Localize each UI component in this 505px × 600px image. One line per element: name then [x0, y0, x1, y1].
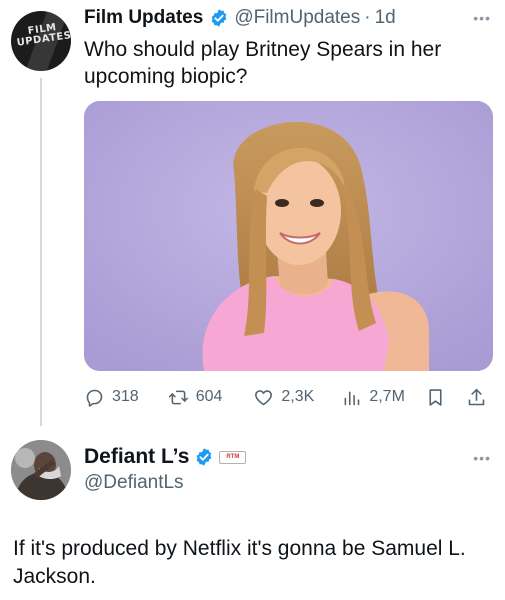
- verified-badge-icon: [211, 9, 227, 27]
- more-icon[interactable]: •••: [473, 450, 491, 466]
- views-icon: [344, 390, 360, 405]
- user-handle[interactable]: @FilmUpdates: [234, 7, 360, 29]
- repost-button[interactable]: 604: [168, 387, 223, 408]
- tweet-actions: 318 604 2,3K 2,7M: [84, 384, 496, 410]
- avatar[interactable]: [11, 440, 71, 500]
- tweet-text: If it's produced by Netflix it's gonna b…: [13, 537, 466, 588]
- photo-illustration: [84, 101, 493, 371]
- reply-icon: [86, 389, 103, 407]
- avatar[interactable]: FILM UPDATES: [11, 11, 71, 71]
- bookmark-icon: [429, 388, 442, 406]
- reply-count: 318: [112, 388, 139, 405]
- repost-count: 604: [195, 388, 223, 405]
- avatar-logo: FILM UPDATES: [15, 21, 71, 49]
- like-icon: [255, 389, 273, 405]
- tweet-text: Who should play Britney Spears in her up…: [84, 38, 442, 88]
- user-handle[interactable]: @DefiantLs: [84, 472, 184, 494]
- verified-badge-icon: [197, 448, 212, 466]
- tweet-header: Defiant L’s RTM: [84, 445, 247, 469]
- like-count: 2,3K: [281, 388, 315, 405]
- separator: ·: [364, 7, 371, 28]
- display-name[interactable]: Film Updates: [84, 7, 203, 29]
- repost-icon: [168, 390, 188, 404]
- views-button[interactable]: 2,7M: [341, 387, 405, 408]
- views-count: 2,7M: [369, 388, 405, 405]
- tweet-photo[interactable]: [84, 101, 493, 371]
- share-icon: [468, 388, 485, 405]
- avatar-illustration: [11, 440, 71, 500]
- thread-line: [40, 78, 42, 426]
- like-button[interactable]: 2,3K: [253, 387, 314, 408]
- more-icon[interactable]: •••: [473, 10, 491, 26]
- timestamp[interactable]: 1d: [375, 7, 396, 29]
- share-button[interactable]: [466, 387, 487, 408]
- tweet-header: Film Updates @FilmUpdates · 1d: [84, 6, 396, 30]
- bookmark-button[interactable]: [425, 387, 446, 408]
- display-name[interactable]: Defiant L’s: [84, 445, 189, 469]
- affiliate-badge[interactable]: RTM: [219, 450, 247, 464]
- reply-button[interactable]: 318: [84, 387, 139, 408]
